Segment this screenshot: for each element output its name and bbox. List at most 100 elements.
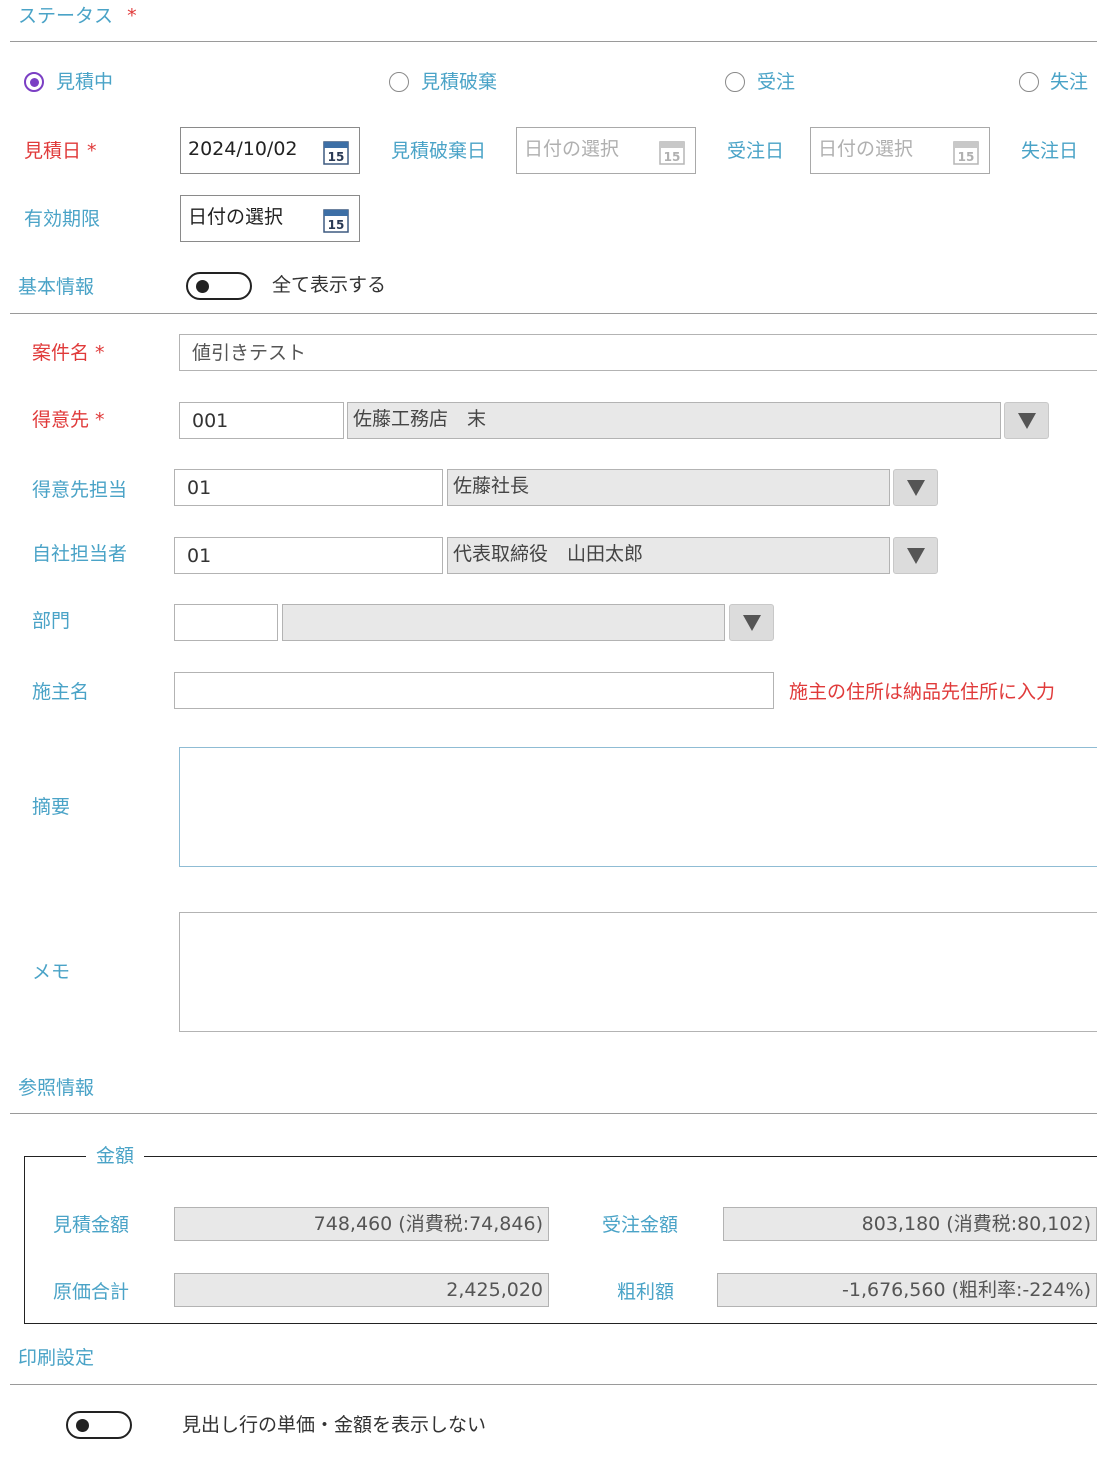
status-label-lost[interactable]: 失注 xyxy=(1050,70,1088,94)
required-mark: * xyxy=(87,140,97,162)
cost-total-field: 2,425,020 xyxy=(174,1273,549,1307)
basic-section-title: 基本情報 xyxy=(18,276,95,298)
triangle-down-icon xyxy=(1018,413,1036,429)
toggle-knob xyxy=(76,1419,89,1432)
project-name-label: 案件名 * xyxy=(32,341,105,365)
triangle-down-icon xyxy=(743,615,761,631)
project-name-input[interactable]: 値引きテスト xyxy=(179,334,1097,371)
hide-header-prices-toggle[interactable] xyxy=(66,1411,132,1439)
customer-name-field: 佐藤工務店 末 xyxy=(347,402,1001,439)
department-label: 部門 xyxy=(32,610,71,632)
estimate-amount-label: 見積金額 xyxy=(53,1214,130,1236)
staff-dropdown-button[interactable] xyxy=(893,537,938,574)
validity-label: 有効期限 xyxy=(24,208,101,230)
staff-name-value: 代表取締役 山田太郎 xyxy=(453,543,644,565)
estimate-date-label: 見積日 * xyxy=(24,139,97,163)
order-amount-label: 受注金額 xyxy=(602,1214,679,1236)
calendar-day-text: 15 xyxy=(328,150,345,164)
department-dropdown-button[interactable] xyxy=(729,604,774,641)
order-date-picker[interactable]: 日付の選択 15 xyxy=(810,127,990,174)
customer-label-text: 得意先 xyxy=(32,409,90,431)
status-radio-lost[interactable] xyxy=(1019,72,1039,92)
toggle-knob xyxy=(196,280,209,293)
customer-name-value: 佐藤工務店 末 xyxy=(353,408,487,430)
estimate-date-picker[interactable]: 2024/10/02 15 xyxy=(180,127,360,174)
required-mark: * xyxy=(127,5,137,27)
reference-section-title: 参照情報 xyxy=(18,1077,95,1099)
status-radio-estimating[interactable] xyxy=(24,72,44,92)
staff-label: 自社担当者 xyxy=(32,543,128,565)
department-name-field xyxy=(282,604,725,641)
calendar-icon[interactable]: 15 xyxy=(323,139,349,165)
estimate-amount-value: 748,460 (消費税:74,846) xyxy=(313,1213,543,1235)
project-name-value[interactable]: 値引きテスト xyxy=(192,341,306,365)
estimate-date-value[interactable]: 2024/10/02 xyxy=(188,137,298,161)
customer-dropdown-button[interactable] xyxy=(1004,402,1049,439)
reference-divider xyxy=(10,1113,1097,1114)
validity-date-picker[interactable]: 日付の選択 15 xyxy=(180,195,360,242)
calendar-icon[interactable]: 15 xyxy=(659,139,685,165)
triangle-down-icon xyxy=(907,480,925,496)
status-section-title: ステータス * xyxy=(18,4,137,28)
memo-textarea[interactable] xyxy=(179,912,1097,1032)
status-title-text: ステータス xyxy=(18,5,114,27)
gross-profit-field: -1,676,560 (粗利率:-224%) xyxy=(717,1273,1097,1307)
lost-date-label: 失注日 xyxy=(1021,140,1079,162)
show-all-toggle[interactable] xyxy=(186,272,252,300)
calendar-day-text: 15 xyxy=(664,150,681,164)
basic-divider xyxy=(10,313,1097,314)
project-name-label-text: 案件名 xyxy=(32,342,90,364)
validity-date-placeholder: 日付の選択 xyxy=(188,206,284,228)
calendar-day-text: 15 xyxy=(958,150,975,164)
amount-legend: 金額 xyxy=(86,1144,145,1168)
status-label-ordered[interactable]: 受注 xyxy=(757,70,795,94)
owner-address-note: 施主の住所は納品先住所に入力 xyxy=(789,681,1056,703)
calendar-icon[interactable]: 15 xyxy=(323,207,349,233)
customer-contact-label: 得意先担当 xyxy=(32,479,128,501)
status-divider xyxy=(10,41,1097,42)
calendar-day-text: 15 xyxy=(328,218,345,232)
discard-date-placeholder: 日付の選択 xyxy=(524,138,620,160)
status-label-estimating[interactable]: 見積中 xyxy=(56,70,113,94)
estimate-date-label-text: 見積日 xyxy=(24,140,82,162)
order-amount-value: 803,180 (消費税:80,102) xyxy=(861,1213,1091,1235)
estimate-amount-field: 748,460 (消費税:74,846) xyxy=(174,1207,549,1241)
required-mark: * xyxy=(95,342,105,364)
memo-label: メモ xyxy=(32,961,71,983)
summary-label: 摘要 xyxy=(32,796,71,818)
summary-textarea[interactable] xyxy=(179,747,1097,867)
gross-profit-label: 粗利額 xyxy=(617,1281,675,1303)
discard-date-label: 見積破棄日 xyxy=(391,140,487,162)
owner-name-label: 施主名 xyxy=(32,681,90,703)
calendar-icon[interactable]: 15 xyxy=(953,139,979,165)
status-radio-discarded[interactable] xyxy=(389,72,409,92)
triangle-down-icon xyxy=(907,548,925,564)
customer-label: 得意先 * xyxy=(32,408,105,432)
required-mark: * xyxy=(95,409,105,431)
cost-total-value: 2,425,020 xyxy=(446,1279,543,1301)
staff-name-field: 代表取締役 山田太郎 xyxy=(447,537,890,574)
order-date-placeholder: 日付の選択 xyxy=(818,138,914,160)
cost-total-label: 原価合計 xyxy=(53,1281,130,1303)
staff-code-value[interactable]: 01 xyxy=(187,544,211,568)
owner-name-input[interactable] xyxy=(174,672,774,709)
customer-contact-code-input[interactable]: 01 xyxy=(174,469,443,506)
customer-contact-name-value: 佐藤社長 xyxy=(453,475,530,497)
customer-contact-code-value[interactable]: 01 xyxy=(187,476,211,500)
status-radio-ordered[interactable] xyxy=(725,72,745,92)
gross-profit-value: -1,676,560 (粗利率:-224%) xyxy=(842,1279,1091,1301)
staff-code-input[interactable]: 01 xyxy=(174,537,443,574)
order-date-label: 受注日 xyxy=(727,140,785,162)
customer-contact-name-field: 佐藤社長 xyxy=(447,469,890,506)
status-label-discarded[interactable]: 見積破棄 xyxy=(421,70,497,94)
customer-code-value[interactable]: 001 xyxy=(192,409,228,433)
department-code-input[interactable] xyxy=(174,604,278,641)
customer-code-input[interactable]: 001 xyxy=(179,402,344,439)
print-divider xyxy=(10,1384,1097,1385)
hide-header-prices-label: 見出し行の単価・金額を表示しない xyxy=(182,1414,487,1436)
customer-contact-dropdown-button[interactable] xyxy=(893,469,938,506)
print-section-title: 印刷設定 xyxy=(18,1347,95,1369)
order-amount-field: 803,180 (消費税:80,102) xyxy=(723,1207,1097,1241)
discard-date-picker[interactable]: 日付の選択 15 xyxy=(516,127,696,174)
show-all-label: 全て表示する xyxy=(272,274,387,296)
